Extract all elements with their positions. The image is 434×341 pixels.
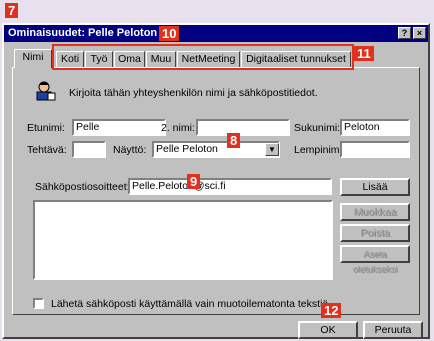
callout-10: 10 xyxy=(159,26,180,41)
callout-12: 12 xyxy=(321,303,342,318)
ok-button[interactable]: OK xyxy=(298,321,358,339)
tab-digital-ids[interactable]: Digitaaliset tunnukset xyxy=(241,51,351,67)
tab-netmeeting[interactable]: NetMeeting xyxy=(177,51,240,67)
plaintext-checkbox[interactable] xyxy=(33,298,44,309)
help-button[interactable]: ? xyxy=(398,27,411,39)
display-select[interactable]: Pelle Peloton xyxy=(152,141,280,158)
email-input[interactable]: Pelle.Peloton@sci.fi xyxy=(128,178,332,195)
middle-name-label: 2. nimi: xyxy=(161,122,195,134)
contact-card-icon xyxy=(36,81,56,101)
callout-9: 9 xyxy=(187,174,201,189)
tab-koti[interactable]: Koti xyxy=(56,51,84,67)
tab-muu[interactable]: Muu xyxy=(146,51,176,67)
callout-7: 7 xyxy=(5,3,19,18)
nickname-label: Lempinimi: xyxy=(294,144,345,156)
email-list[interactable] xyxy=(33,200,333,280)
add-email-button[interactable]: Lisää xyxy=(340,178,410,196)
job-title-label: Tehtävä: xyxy=(27,144,67,156)
display-label: Näyttö: xyxy=(113,144,147,156)
chevron-down-icon[interactable]: ▼ xyxy=(265,143,279,156)
set-default-button[interactable]: Aseta oletukseksi xyxy=(340,245,410,274)
remove-email-button[interactable]: Poista xyxy=(340,224,410,242)
intro-text: Kirjoita tähän yhteyshenkilön nimi ja sä… xyxy=(69,87,318,99)
tab-nimi[interactable]: Nimi xyxy=(14,49,52,68)
window-title: Ominaisuudet: Pelle Peloton xyxy=(8,27,158,39)
plaintext-label: Lähetä sähköposti käyttämällä vain muoto… xyxy=(51,298,332,310)
nickname-field[interactable] xyxy=(340,141,410,158)
job-title-field[interactable] xyxy=(72,141,106,158)
tab-tyo[interactable]: Työ xyxy=(85,51,113,67)
edit-email-button[interactable]: Muokkaa xyxy=(340,203,410,221)
callout-8: 8 xyxy=(227,133,241,148)
name-tab-panel: Kirjoita tähän yhteyshenkilön nimi ja sä… xyxy=(12,67,420,315)
title-bar: Ominaisuudet: Pelle Peloton ? × xyxy=(4,25,428,42)
cancel-button[interactable]: Peruuta xyxy=(363,321,423,339)
first-name-field[interactable]: Pelle xyxy=(72,119,166,136)
last-name-field[interactable]: Peloton xyxy=(340,119,410,136)
email-label: Sähköpostiosoitteet: xyxy=(35,181,130,193)
first-name-label: Etunimi: xyxy=(27,122,65,134)
middle-name-field[interactable] xyxy=(196,119,290,136)
callout-11: 11 xyxy=(354,46,374,61)
last-name-label: Sukunimi: xyxy=(294,122,341,134)
tab-oma[interactable]: Oma xyxy=(114,51,145,67)
close-button[interactable]: × xyxy=(413,27,426,39)
properties-dialog: Ominaisuudet: Pelle Peloton ? × Nimi Kot… xyxy=(2,23,430,339)
